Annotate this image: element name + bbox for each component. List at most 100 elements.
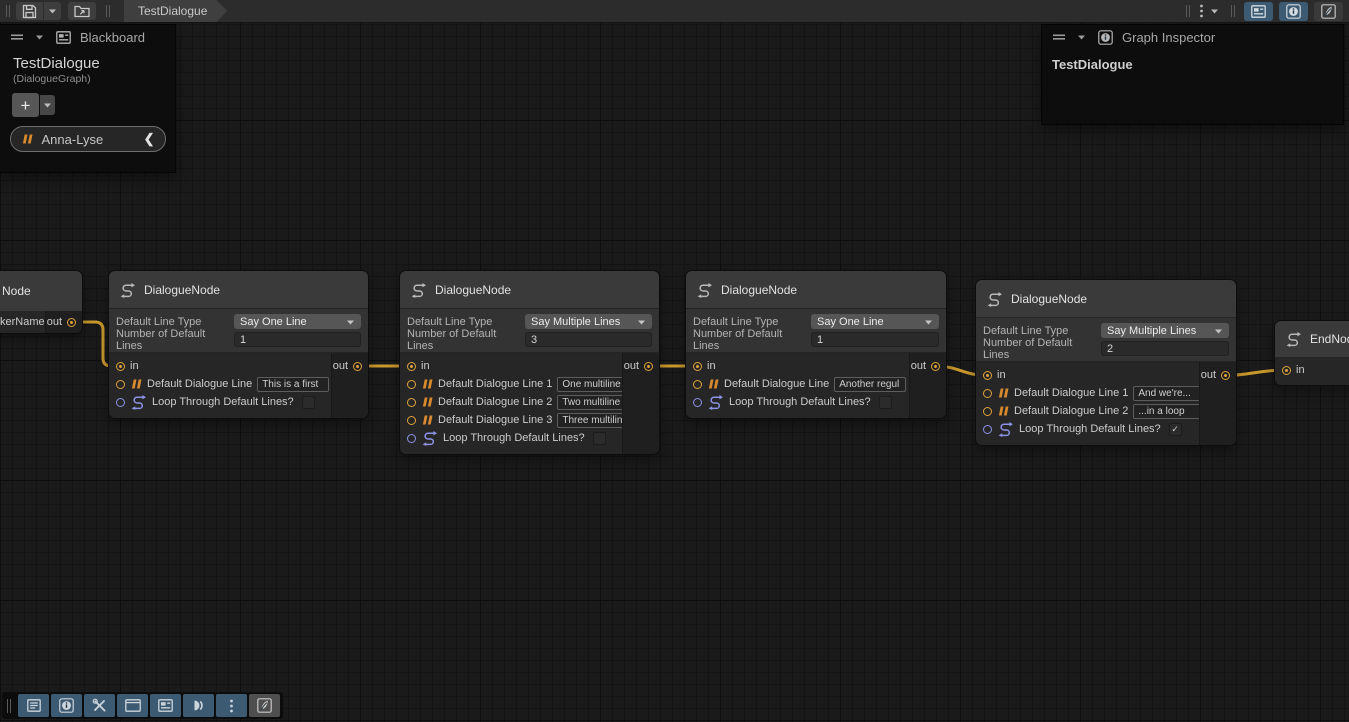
loop-checkbox[interactable] — [302, 396, 315, 409]
add-property-caret[interactable] — [40, 95, 55, 115]
port-label: Default Dialogue Line 2 — [438, 396, 552, 408]
node-header[interactable]: Node — [0, 271, 82, 311]
dialogue-line-field[interactable]: And we're... — [1133, 386, 1205, 401]
node-header[interactable]: DialogueNode — [976, 280, 1236, 317]
dialogue-line-field[interactable]: Two multiline — [557, 395, 629, 410]
exec-port[interactable] — [693, 362, 702, 371]
graph-inspector-panel[interactable]: Graph Inspector TestDialogue — [1042, 25, 1343, 124]
dialogue-line-field[interactable]: Three multilin — [557, 413, 629, 428]
blackboard-panel[interactable]: Blackboard TestDialogue (DialogueGraph) … — [0, 25, 175, 172]
string-quote-icon — [421, 379, 433, 389]
string-port[interactable] — [983, 389, 992, 398]
string-port[interactable] — [407, 380, 416, 389]
loop-checkbox[interactable] — [879, 396, 892, 409]
loop-checkbox[interactable] — [593, 432, 606, 445]
blackboard-panel-button[interactable] — [150, 694, 181, 717]
loop-icon — [130, 394, 147, 410]
exec-port[interactable] — [1221, 371, 1230, 380]
dialogue-node[interactable]: DialogueNode Default Line TypeSay One Li… — [686, 271, 946, 418]
bool-port[interactable] — [693, 398, 702, 407]
out-label: out — [911, 360, 926, 372]
foldout-caret-icon[interactable] — [32, 33, 47, 41]
node-header[interactable]: DialogueNode — [686, 271, 946, 308]
dialogue-line-field[interactable]: Another regul — [834, 377, 906, 392]
toolbar-drag-handle[interactable] — [6, 5, 10, 17]
toolbar-drag-handle[interactable] — [1186, 5, 1190, 17]
string-port[interactable] — [983, 407, 992, 416]
console-panel-button[interactable] — [18, 694, 49, 717]
string-port[interactable] — [407, 416, 416, 425]
exec-port[interactable] — [931, 362, 940, 371]
exec-port[interactable] — [67, 318, 76, 327]
port-label: Loop Through Default Lines? — [1019, 423, 1161, 435]
exec-port[interactable] — [353, 362, 362, 371]
exec-port[interactable] — [407, 362, 416, 371]
dialogue-line-field[interactable]: This is a first — [257, 377, 329, 392]
exec-port[interactable] — [644, 362, 653, 371]
dialogue-line-field[interactable]: One multiline — [557, 377, 629, 392]
number-field[interactable]: 2 — [1101, 341, 1229, 356]
enum-dropdown[interactable]: Say One Line — [234, 314, 361, 329]
folder-open-icon — [74, 4, 90, 18]
exec-port[interactable] — [1282, 366, 1291, 375]
drag-handle-icon[interactable] — [1050, 33, 1068, 41]
blackboard-header[interactable]: Blackboard — [0, 25, 175, 49]
chevron-left-icon[interactable]: ❮ — [144, 131, 155, 147]
toggle-preview-button[interactable] — [1314, 2, 1343, 21]
tools-panel-button[interactable] — [84, 694, 115, 717]
string-port[interactable] — [693, 380, 702, 389]
enum-dropdown[interactable]: Say Multiple Lines — [1101, 323, 1229, 338]
window-panel-button[interactable] — [117, 694, 148, 717]
string-port[interactable] — [116, 380, 125, 389]
toggle-blackboard-button[interactable] — [1244, 2, 1273, 21]
node-title: DialogueNode — [144, 283, 220, 297]
breadcrumb-tab[interactable]: TestDialogue — [124, 0, 227, 22]
exec-port[interactable] — [983, 371, 992, 380]
number-field[interactable]: 1 — [234, 332, 361, 347]
port-label: Default Dialogue Line 3 — [438, 414, 552, 426]
overflow-menu-icon[interactable] — [1196, 4, 1207, 18]
enum-dropdown[interactable]: Say One Line — [811, 314, 939, 329]
drag-handle-icon[interactable] — [8, 33, 26, 41]
end-node[interactable]: EndNode in — [1275, 321, 1349, 385]
string-quote-icon — [130, 379, 142, 389]
number-field[interactable]: 3 — [525, 332, 652, 347]
port-row: Loop Through Default Lines? ✓ — [976, 420, 1199, 438]
speaker-node[interactable]: Node kerName out — [0, 271, 82, 333]
toggle-inspector-button[interactable] — [1279, 2, 1308, 21]
quill-tool-button[interactable] — [249, 694, 280, 717]
node-header[interactable]: EndNode — [1275, 321, 1349, 357]
dialogue-line-field[interactable]: ...in a loop — [1133, 404, 1205, 419]
property-label: Default Line Type — [693, 316, 811, 328]
loop-checkbox[interactable]: ✓ — [1169, 423, 1182, 436]
bool-port[interactable] — [983, 425, 992, 434]
dialogue-node[interactable]: DialogueNode Default Line TypeSay Multip… — [976, 280, 1236, 445]
property-label: Number of Default Lines — [116, 328, 234, 352]
out-label: out — [47, 316, 62, 328]
foldout-caret-icon[interactable] — [1074, 33, 1089, 41]
bool-port[interactable] — [116, 398, 125, 407]
dialogue-node[interactable]: DialogueNode Default Line TypeSay Multip… — [400, 271, 659, 454]
open-asset-button[interactable] — [68, 2, 96, 20]
blackboard-field-anna-lyse[interactable]: Anna-Lyse ❮ — [10, 126, 166, 152]
graph-inspector-header[interactable]: Graph Inspector — [1042, 25, 1343, 49]
save-options-button[interactable] — [44, 2, 61, 20]
info-panel-button[interactable] — [51, 694, 82, 717]
string-quote-icon — [21, 134, 33, 144]
node-header[interactable]: DialogueNode — [109, 271, 368, 308]
dialogue-play-icon — [191, 699, 206, 712]
overflow-menu-button[interactable] — [216, 694, 247, 717]
dialogue-node[interactable]: DialogueNode Default Line TypeSay One Li… — [109, 271, 368, 418]
caret-down-icon[interactable] — [1207, 7, 1222, 15]
exec-port[interactable] — [116, 362, 125, 371]
add-property-button[interactable]: + — [12, 93, 39, 117]
string-port[interactable] — [407, 398, 416, 407]
number-field[interactable]: 1 — [811, 332, 939, 347]
enum-dropdown[interactable]: Say Multiple Lines — [525, 314, 652, 329]
save-button[interactable] — [16, 2, 43, 20]
bool-port[interactable] — [407, 434, 416, 443]
toolbar-drag-handle[interactable] — [7, 699, 11, 713]
dialogue-preview-button[interactable] — [183, 694, 214, 717]
node-header[interactable]: DialogueNode — [400, 271, 659, 308]
port-label: Default Dialogue Line — [147, 378, 252, 390]
